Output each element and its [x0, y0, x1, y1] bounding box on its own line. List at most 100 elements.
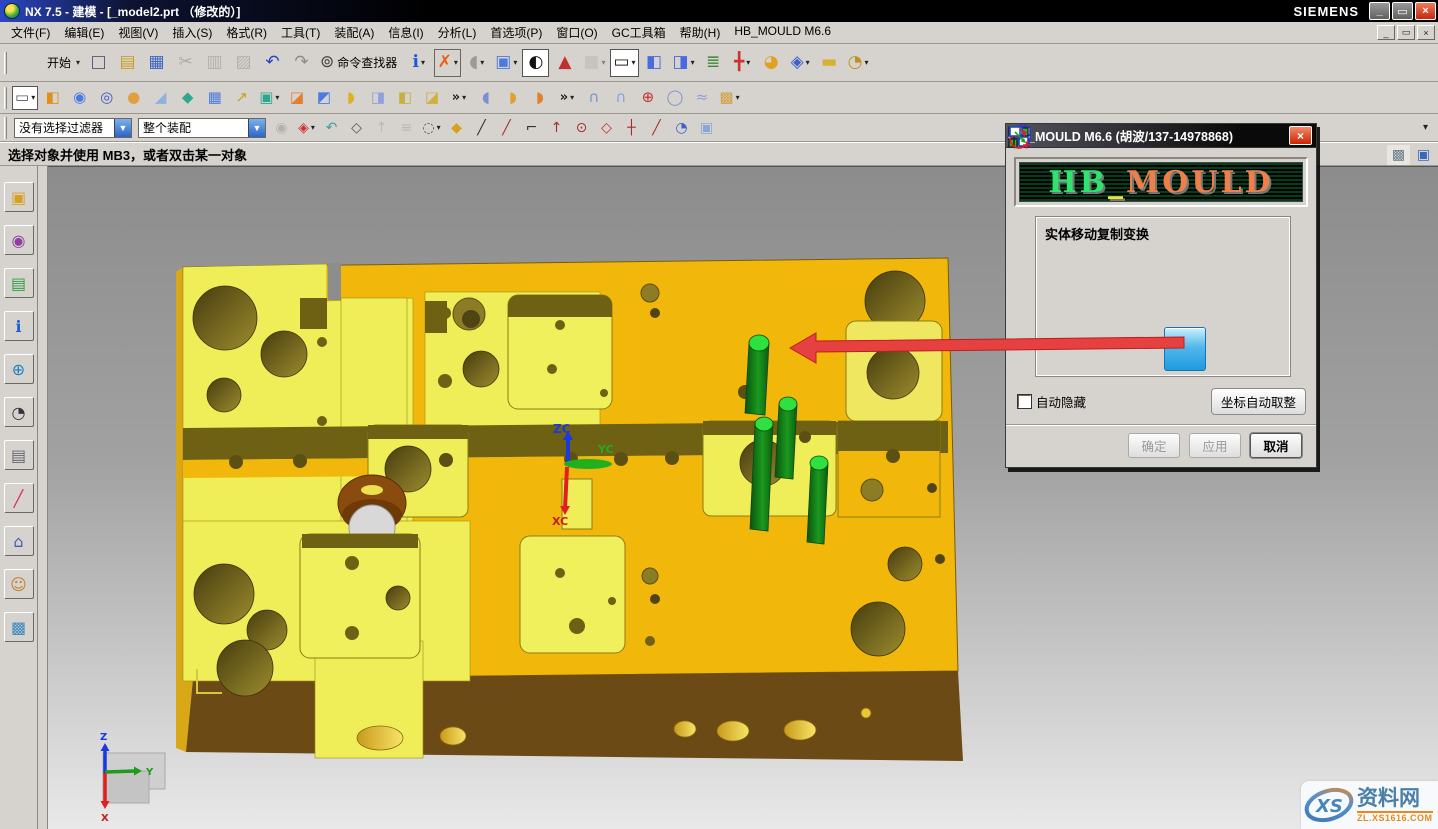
- assembly-navigator-icon[interactable]: ▣: [4, 182, 34, 212]
- history-icon[interactable]: ◔: [4, 397, 34, 427]
- midpoint-toggle[interactable]: ╱: [495, 117, 518, 139]
- move-object-icon[interactable]: ↗: [229, 86, 254, 110]
- materials-icon[interactable]: ╱: [4, 483, 34, 513]
- minimize-button[interactable]: _: [1369, 2, 1390, 20]
- edge-blend-icon[interactable]: ◖: [473, 86, 498, 110]
- graphics-viewport[interactable]: ZC YC XC Z Y X: [48, 166, 1438, 829]
- chevron-down-icon[interactable]: ▾: [570, 93, 574, 102]
- web-browser-icon[interactable]: ⊕: [4, 354, 34, 384]
- hole-icon[interactable]: ◎: [94, 86, 119, 110]
- autohide-checkbox[interactable]: [1018, 395, 1031, 408]
- point-on-curve-toggle[interactable]: ╱: [645, 117, 668, 139]
- chevron-down-icon[interactable]: ▾: [462, 93, 466, 102]
- palettes-icon[interactable]: ▤: [4, 440, 34, 470]
- part-navigator-icon[interactable]: ▤: [4, 268, 34, 298]
- chevron-down-icon[interactable]: ▾: [454, 58, 458, 67]
- mirror-copy-button[interactable]: [1204, 247, 1244, 277]
- trim-body-icon[interactable]: ◨: [365, 86, 390, 110]
- swept-icon[interactable]: ∩: [608, 86, 633, 110]
- view-plane-icon[interactable]: ▭▾: [610, 49, 638, 77]
- arc-center-toggle[interactable]: ⊙: [570, 117, 593, 139]
- chevron-down-icon[interactable]: ▾: [601, 58, 605, 67]
- internet-icon[interactable]: ℹ: [4, 311, 34, 341]
- lasso-icon[interactable]: ◌▾: [420, 117, 443, 139]
- pattern-solid-button[interactable]: [1044, 335, 1084, 365]
- move-point-to-point-button[interactable]: [1084, 247, 1124, 277]
- layer-settings-icon[interactable]: ≣: [700, 49, 727, 77]
- menu-gc-toolbox[interactable]: GC工具箱: [605, 21, 673, 44]
- rotate-about-axis-button[interactable]: [1164, 247, 1204, 277]
- extrude-icon[interactable]: ◧: [40, 86, 65, 110]
- roles-icon[interactable]: ☺: [4, 569, 34, 599]
- chevron-down-icon[interactable]: ▼: [114, 119, 131, 137]
- measure-distance-icon[interactable]: ▬: [816, 49, 843, 77]
- menu-edit[interactable]: 编辑(E): [57, 21, 111, 44]
- toolbar-overflow-caret[interactable]: ▾: [1423, 122, 1428, 133]
- smart-volume-icon[interactable]: ◖▾: [463, 49, 490, 77]
- chevron-down-icon[interactable]: ▾: [275, 93, 279, 102]
- copy-along-line-button[interactable]: [1084, 291, 1124, 321]
- clip-work-section-icon[interactable]: ◨▾: [670, 49, 698, 77]
- undo-icon[interactable]: ↶: [259, 49, 286, 77]
- studio-surface-icon[interactable]: ≈: [689, 86, 714, 110]
- chevron-down-icon[interactable]: ▾: [76, 58, 80, 67]
- datum-csys-icon[interactable]: ◆: [175, 86, 200, 110]
- point-on-face-toggle[interactable]: ◔: [670, 117, 693, 139]
- cancel-button[interactable]: 取消: [1250, 433, 1302, 458]
- feature-overflow-chevron[interactable]: »▾: [446, 86, 471, 110]
- resource-bar-splitter[interactable]: [38, 166, 48, 829]
- face-blend-icon[interactable]: ◗: [527, 86, 552, 110]
- chamfer-icon[interactable]: ◗: [500, 86, 525, 110]
- intersection-toggle[interactable]: ↑: [545, 117, 568, 139]
- snap-enabled-toggle[interactable]: ◆: [445, 117, 468, 139]
- copy-rotate-point-button[interactable]: [1164, 291, 1204, 321]
- mdi-minimize-button[interactable]: _: [1377, 25, 1395, 40]
- measure-angle-icon[interactable]: ◔▾: [845, 49, 872, 77]
- chevron-down-icon[interactable]: ▾: [480, 58, 484, 67]
- selection-filter-combo[interactable]: 没有选择过滤器 ▼: [14, 118, 132, 138]
- visualization-icon[interactable]: ✗▾: [434, 49, 461, 77]
- draft-icon[interactable]: ◢: [148, 86, 173, 110]
- information-menu-icon[interactable]: ℹ▾: [405, 49, 432, 77]
- copy-point-to-point-button[interactable]: [1124, 291, 1164, 321]
- control-point-toggle[interactable]: ⌐: [520, 117, 543, 139]
- unite-icon[interactable]: ◪: [284, 86, 309, 110]
- menu-preferences[interactable]: 首选项(P): [483, 21, 549, 44]
- menu-window[interactable]: 窗口(O): [549, 21, 604, 44]
- menu-information[interactable]: 信息(I): [381, 21, 430, 44]
- mdi-restore-button[interactable]: ▭: [1397, 25, 1415, 40]
- toolbar-drag-handle[interactable]: [4, 87, 7, 109]
- gallery-icon[interactable]: ▩: [4, 612, 34, 642]
- fit-view-icon[interactable]: ▣: [1412, 145, 1435, 165]
- rotate-move-button[interactable]: [1124, 335, 1164, 365]
- command-finder-button[interactable]: ⊚命令查找器: [317, 49, 403, 77]
- chevron-down-icon[interactable]: ▾: [806, 58, 810, 67]
- quadrant-point-toggle[interactable]: ◇: [595, 117, 618, 139]
- bounded-plane-icon[interactable]: ◯: [662, 86, 687, 110]
- thicken-icon[interactable]: ▩▾: [716, 86, 742, 110]
- start-button[interactable]: 开始▾: [41, 49, 83, 77]
- rotate-about-point-button[interactable]: [1124, 247, 1164, 277]
- close-button[interactable]: ×: [1415, 2, 1436, 20]
- chevron-down-icon[interactable]: ▾: [437, 123, 441, 132]
- pattern-feature-icon[interactable]: ▦: [202, 86, 227, 110]
- open-file-icon[interactable]: ▤: [114, 49, 141, 77]
- mold-plate[interactable]: [176, 258, 963, 761]
- menu-help[interactable]: 帮助(H): [673, 21, 728, 44]
- restore-button[interactable]: ▭: [1392, 2, 1413, 20]
- menu-tools[interactable]: 工具(T): [274, 21, 327, 44]
- redo-icon[interactable]: ↷: [288, 49, 315, 77]
- coordinate-round-button[interactable]: 坐标自动取整: [1211, 388, 1306, 415]
- menu-view[interactable]: 视图(V): [111, 21, 165, 44]
- menu-analysis[interactable]: 分析(L): [431, 21, 484, 44]
- chevron-down-icon[interactable]: ▾: [421, 58, 425, 67]
- patch-body-icon[interactable]: ◪: [419, 86, 444, 110]
- render-style-icon[interactable]: ▩: [1387, 145, 1410, 165]
- chevron-down-icon[interactable]: ▼: [248, 119, 265, 137]
- bw-shaded-icon[interactable]: ◐: [522, 49, 549, 77]
- chevron-down-icon[interactable]: ▾: [736, 93, 740, 102]
- orient-view-icon[interactable]: ↶: [320, 117, 343, 139]
- toolbar-drag-handle[interactable]: [4, 52, 7, 74]
- menu-hb-mould[interactable]: HB_MOULD M6.6: [727, 21, 838, 44]
- revolve-icon[interactable]: ◉: [67, 86, 92, 110]
